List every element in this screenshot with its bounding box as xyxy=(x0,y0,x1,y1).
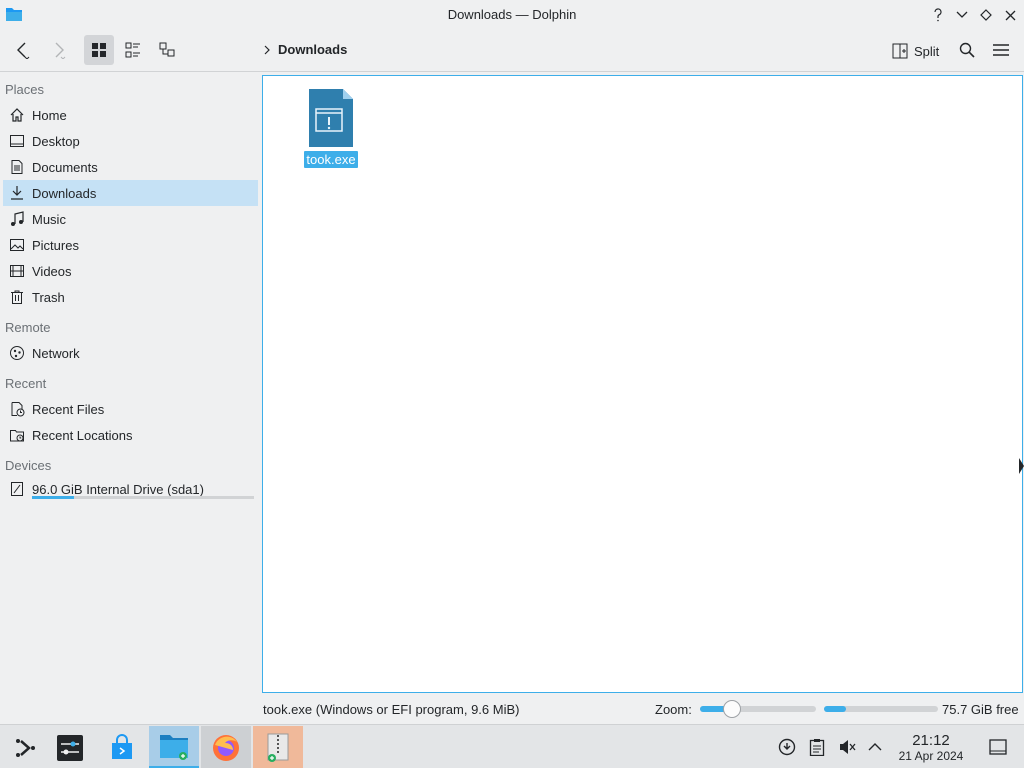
chevron-down-icon xyxy=(956,11,968,19)
toolbar: Downloads Split xyxy=(0,30,1024,72)
drive-usage-fill xyxy=(32,496,75,499)
compact-view-icon xyxy=(125,42,141,58)
free-space-fill xyxy=(824,706,846,712)
sidebar-item-videos[interactable]: Videos xyxy=(3,258,258,284)
section-title-remote: Remote xyxy=(5,320,51,335)
diamond-icon xyxy=(980,9,992,21)
icons-view-button[interactable] xyxy=(84,35,114,65)
sidebar-item-music[interactable]: Music xyxy=(3,206,258,232)
file-item[interactable]: took.exe xyxy=(303,88,359,168)
taskbar-ark[interactable] xyxy=(253,726,303,768)
chevron-left-icon xyxy=(15,41,31,59)
desktop-icon xyxy=(8,132,26,150)
zoom-slider[interactable] xyxy=(700,700,816,718)
free-space-bar[interactable] xyxy=(824,706,938,712)
forward-button[interactable] xyxy=(44,35,74,65)
hamburger-menu-icon xyxy=(993,43,1009,57)
file-name[interactable]: took.exe xyxy=(304,151,358,168)
window-title: Downloads — Dolphin xyxy=(447,7,577,22)
section-title-devices: Devices xyxy=(5,458,52,473)
chevron-right-icon xyxy=(264,45,270,55)
section-title-places: Places xyxy=(5,82,45,97)
sidebar-item-desktop[interactable]: Desktop xyxy=(3,128,258,154)
drive-icon xyxy=(8,480,26,498)
status-bar: took.exe (Windows or EFI program, 9.6 Mi… xyxy=(0,697,1024,721)
close-icon xyxy=(1005,10,1016,21)
taskbar-dolphin[interactable] xyxy=(149,726,199,768)
recent-locations-icon xyxy=(8,426,26,444)
tray-expand-icon[interactable] xyxy=(865,737,885,757)
breadcrumb-current[interactable]: Downloads xyxy=(278,42,347,57)
free-space-text: 75.7 GiB free xyxy=(942,702,1019,717)
settings-icon xyxy=(56,734,84,762)
trash-icon xyxy=(8,288,26,306)
search-button[interactable] xyxy=(952,35,982,65)
videos-icon xyxy=(8,262,26,280)
search-icon xyxy=(959,42,975,58)
sidebar-item-downloads[interactable]: Downloads xyxy=(3,180,258,206)
sidebar-item-trash[interactable]: Trash xyxy=(3,284,258,310)
sidebar-item-recent-files[interactable]: Recent Files xyxy=(3,396,258,422)
updates-icon[interactable] xyxy=(777,737,797,757)
compact-view-button[interactable] xyxy=(118,35,148,65)
zoom-label: Zoom: xyxy=(655,702,692,717)
application-launcher-button[interactable] xyxy=(0,726,50,768)
taskbar-system-settings[interactable] xyxy=(45,726,95,768)
folder-icon xyxy=(159,732,189,760)
firefox-icon xyxy=(211,733,241,763)
maximize-button[interactable] xyxy=(976,5,996,25)
taskbar-firefox[interactable] xyxy=(201,726,251,768)
sidebar-item-documents[interactable]: Documents xyxy=(3,154,258,180)
split-label: Split xyxy=(914,43,940,59)
pictures-icon xyxy=(8,236,26,254)
sidebar-item-recent-locations[interactable]: Recent Locations xyxy=(3,422,258,448)
status-text: took.exe (Windows or EFI program, 9.6 Mi… xyxy=(263,702,520,717)
split-view-icon xyxy=(892,43,908,59)
home-icon xyxy=(8,106,26,124)
help-button[interactable] xyxy=(928,5,948,25)
grid-view-icon xyxy=(91,42,107,58)
sidebar-item-home[interactable]: Home xyxy=(3,102,258,128)
menu-button[interactable] xyxy=(986,35,1016,65)
clock-date: 21 Apr 2024 xyxy=(898,749,964,763)
section-title-recent: Recent xyxy=(5,376,47,391)
file-view[interactable]: took.exe xyxy=(262,75,1023,693)
breadcrumb[interactable]: Downloads xyxy=(264,42,347,57)
title-bar: Downloads — Dolphin xyxy=(0,0,1024,30)
minimize-button[interactable] xyxy=(952,5,972,25)
details-view-button[interactable] xyxy=(152,35,182,65)
splitter-handle[interactable] xyxy=(1019,458,1024,474)
clock[interactable]: 21:12 21 Apr 2024 xyxy=(890,732,972,763)
close-button[interactable] xyxy=(1000,5,1020,25)
volume-muted-icon[interactable] xyxy=(837,737,857,757)
details-view-icon xyxy=(159,42,175,58)
sidebar-item-pictures[interactable]: Pictures xyxy=(3,232,258,258)
archive-icon xyxy=(265,733,291,763)
places-panel: Places Home Desktop Documents Downloads … xyxy=(0,73,260,720)
show-desktop-icon[interactable] xyxy=(988,737,1008,757)
zoom-slider-handle[interactable] xyxy=(723,700,742,718)
taskbar: 21:12 21 Apr 2024 xyxy=(0,724,1024,768)
chevron-right-icon xyxy=(51,41,67,59)
documents-icon xyxy=(8,158,26,176)
music-icon xyxy=(8,210,26,228)
download-icon xyxy=(8,184,26,202)
taskbar-discover[interactable] xyxy=(97,726,147,768)
sidebar-item-network[interactable]: Network xyxy=(3,340,258,366)
drive-usage-bar xyxy=(32,496,254,499)
store-icon xyxy=(108,733,136,762)
help-icon xyxy=(932,8,944,22)
split-button[interactable]: Split xyxy=(888,36,943,66)
executable-file-icon xyxy=(307,88,355,148)
back-button[interactable] xyxy=(8,35,38,65)
clipboard-icon[interactable] xyxy=(807,737,827,757)
clock-time: 21:12 xyxy=(912,732,950,749)
recent-files-icon xyxy=(8,400,26,418)
launcher-icon xyxy=(13,736,37,760)
network-icon xyxy=(8,344,26,362)
